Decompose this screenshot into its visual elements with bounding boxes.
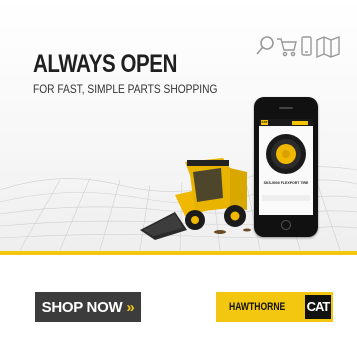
phone-home-button	[281, 220, 291, 230]
accent-stripe	[0, 251, 357, 255]
subheadline: FOR FAST, SIMPLE PARTS SHOPPING	[33, 82, 218, 96]
chevron-right-icon: »	[126, 298, 135, 316]
search-icon	[256, 36, 274, 55]
screen-header: CAT	[259, 119, 313, 126]
shop-now-label: SHOP NOW	[41, 298, 123, 316]
screen-product-caption: SKS-5000 FLEXPORT TIRE	[263, 181, 309, 185]
screen-cat-logo: CAT	[261, 120, 268, 125]
phone-screen: CAT SKS-5000 FLEXPORT TIRE	[259, 119, 313, 215]
screen-action-bar	[262, 195, 310, 201]
map-icon	[316, 35, 340, 58]
cat-logo-mark: CAT	[305, 295, 331, 319]
mobile-icon	[301, 36, 312, 56]
phone-speaker	[279, 107, 293, 109]
skid-steer-loader-image	[140, 158, 251, 240]
hawthorne-cat-logo[interactable]: HAWTHORNE CAT	[216, 292, 333, 322]
phone-mockup: CAT SKS-5000 FLEXPORT TIRE	[254, 97, 318, 237]
shop-now-button[interactable]: SHOP NOW »	[35, 292, 141, 322]
cart-icon	[277, 38, 297, 57]
headline: ALWAYS OPEN	[33, 50, 177, 78]
banner-ad[interactable]: ALWAYS OPEN FOR FAST, SIMPLE PARTS SHOPP…	[0, 0, 357, 358]
feature-icons	[256, 35, 340, 58]
dealer-name: HAWTHORNE	[229, 301, 286, 313]
tire-image	[266, 134, 306, 174]
screen-header-button	[292, 120, 308, 125]
